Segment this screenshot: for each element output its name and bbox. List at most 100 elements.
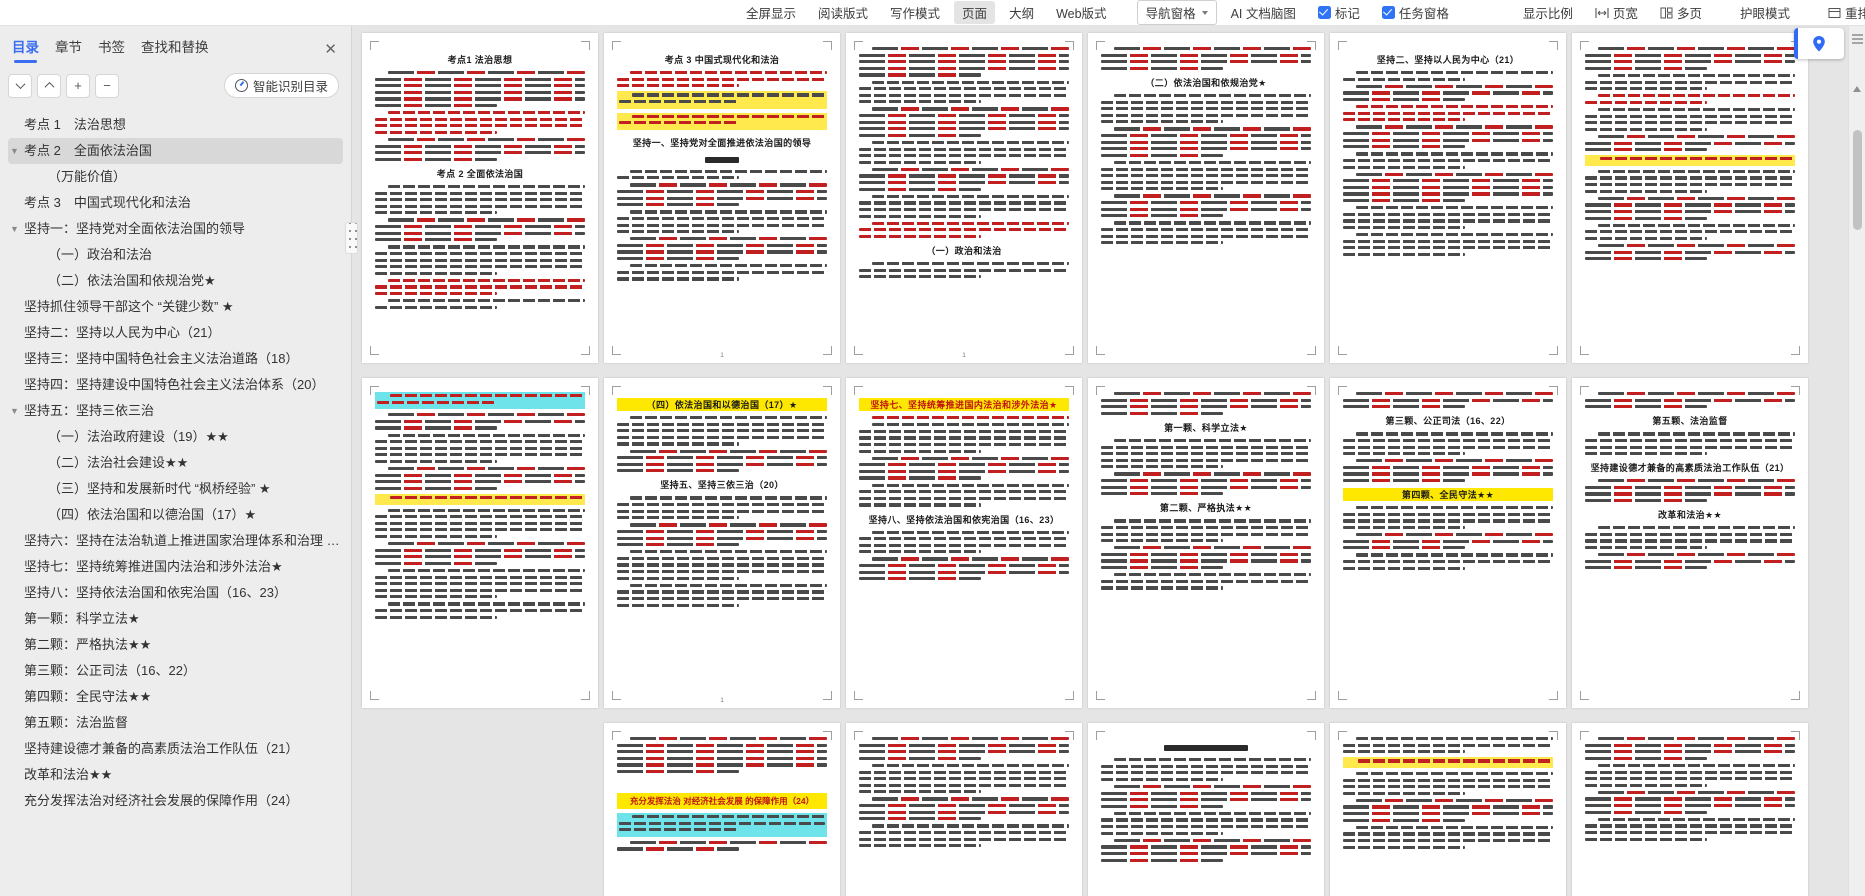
sidebar-tab-目录[interactable]: 目录 bbox=[12, 36, 39, 63]
simulated-paragraph bbox=[617, 113, 827, 130]
page-thumbnail[interactable] bbox=[846, 723, 1082, 896]
text-line bbox=[1585, 237, 1707, 240]
toc-item[interactable]: ▼坚持五：坚持三依三治 bbox=[8, 398, 343, 424]
toc-item[interactable]: ▼考点 2 全面依法治国 bbox=[8, 138, 343, 164]
toc-item[interactable]: （三）坚持和发展新时代 “枫桥经验” ★ bbox=[8, 476, 343, 502]
page-thumbnail[interactable]: 第一颗、科学立法★第二颗、严格执法★★ bbox=[1088, 378, 1324, 708]
text-line bbox=[1114, 758, 1311, 761]
toc-item[interactable]: 充分发挥法治对经济社会发展的保障作用（24） bbox=[8, 788, 343, 814]
text-line bbox=[1585, 446, 1795, 449]
text-line bbox=[617, 590, 827, 593]
toc-item[interactable]: （二）依法治国和依规治党★ bbox=[8, 268, 343, 294]
simulated-paragraph bbox=[859, 262, 1069, 278]
toc-item[interactable]: 第五颗：法治监督 bbox=[8, 710, 343, 736]
view-tab-阅读版式[interactable]: 阅读版式 bbox=[810, 1, 876, 24]
page-thumbnail[interactable] bbox=[1572, 33, 1808, 363]
toc-item[interactable]: 坚持三：坚持中国特色社会主义法治道路（18） bbox=[8, 346, 343, 372]
expand-all-button[interactable] bbox=[37, 74, 61, 98]
close-pane-icon[interactable]: ✕ bbox=[320, 40, 341, 59]
expand-arrow-icon[interactable]: ▼ bbox=[10, 398, 19, 424]
view-tab-Web版式[interactable]: Web版式 bbox=[1048, 1, 1114, 24]
page-thumbnail[interactable] bbox=[1088, 723, 1324, 896]
sidebar-tab-书签[interactable]: 书签 bbox=[98, 36, 125, 63]
view-tab-大纲[interactable]: 大纲 bbox=[1001, 1, 1042, 24]
toc-item[interactable]: 坚持建设德才兼备的高素质法治工作队伍（21） bbox=[8, 736, 343, 762]
text-line bbox=[1101, 228, 1311, 231]
zoom-ratio-button[interactable]: 显示比例 bbox=[1515, 1, 1581, 24]
toc-item[interactable]: 坚持抓住领导干部这个 “关键少数” ★ bbox=[8, 294, 343, 320]
text-line bbox=[1101, 539, 1223, 542]
zoom-in-toc-button[interactable]: + bbox=[66, 74, 90, 98]
toc-item[interactable]: （四）依法治国和以德治国（17）★ bbox=[8, 502, 343, 528]
page-width-button[interactable]: 页宽 bbox=[1587, 1, 1646, 24]
text-line bbox=[1585, 60, 1795, 63]
simulated-paragraph bbox=[1585, 47, 1795, 70]
zoom-out-toc-button[interactable]: − bbox=[95, 74, 119, 98]
page-thumbnail[interactable]: 考点1 法治思想考点 2 全面依法治国 bbox=[362, 33, 598, 363]
page-thumbnail[interactable]: 考点 3 中国式现代化和法治坚持一、坚持党对全面推进依法治国的领导1 bbox=[604, 33, 840, 363]
text-line bbox=[375, 420, 585, 423]
nav-pane-button[interactable]: 导航窗格 bbox=[1137, 0, 1217, 25]
toc-item[interactable]: （一）政治和法治 bbox=[8, 242, 343, 268]
sidebar-tab-查找和替换[interactable]: 查找和替换 bbox=[141, 36, 209, 63]
text-line bbox=[1585, 257, 1707, 260]
vertical-scrollbar[interactable] bbox=[1848, 26, 1865, 896]
page-thumbnail[interactable] bbox=[1572, 723, 1808, 896]
toc-item[interactable]: 改革和法治★★ bbox=[8, 762, 343, 788]
expand-arrow-icon[interactable]: ▼ bbox=[10, 138, 19, 164]
pane-resize-grip[interactable] bbox=[345, 222, 358, 254]
text-line bbox=[375, 487, 497, 490]
toc-item[interactable]: 坚持二：坚持以人民为中心（21） bbox=[8, 320, 343, 346]
page-thumbnail[interactable]: （二）依法治国和依规治党★ bbox=[1088, 33, 1324, 363]
rearrange-windows-button[interactable]: 重排窗口 bbox=[1820, 1, 1865, 24]
toc-item[interactable]: 第二颗：严格执法★★ bbox=[8, 632, 343, 658]
text-line bbox=[375, 589, 585, 592]
text-line bbox=[1343, 785, 1553, 788]
markup-checkbox[interactable]: 标记 bbox=[1310, 1, 1368, 24]
text-line bbox=[1585, 539, 1795, 542]
toc-item[interactable]: 坚持七：坚持统筹推进国内法治和涉外法治★ bbox=[8, 554, 343, 580]
view-tab-写作模式[interactable]: 写作模式 bbox=[882, 1, 948, 24]
toc-item[interactable]: ▼坚持一：坚持党对全面依法治国的领导 bbox=[8, 216, 343, 242]
eye-care-button[interactable]: 护眼模式 bbox=[1732, 1, 1798, 24]
text-line bbox=[1585, 492, 1795, 495]
toc-item[interactable]: （二）法治社会建设★★ bbox=[8, 450, 343, 476]
toc-item[interactable]: （一）法治政府建设（19）★★ bbox=[8, 424, 343, 450]
toc-item[interactable]: 坚持八：坚持依法治国和依宪治国（16、23） bbox=[8, 580, 343, 606]
text-line bbox=[1585, 399, 1795, 402]
location-pin-button[interactable] bbox=[1794, 28, 1844, 59]
page-thumbnail[interactable]: 充分发挥法治 对经济社会发展 的保障作用（24） bbox=[604, 723, 840, 896]
page-thumbnail[interactable]: （一）政治和法治1 bbox=[846, 33, 1082, 363]
view-tab-页面[interactable]: 页面 bbox=[954, 1, 995, 24]
text-line bbox=[617, 217, 827, 220]
smart-recognize-toc-button[interactable]: 智能识别目录 bbox=[224, 73, 339, 98]
scroll-up-arrow-icon[interactable] bbox=[1853, 86, 1861, 92]
text-line bbox=[630, 841, 827, 844]
page-thumbnail[interactable] bbox=[362, 378, 598, 708]
toc-item[interactable]: 考点 1 法治思想 bbox=[8, 112, 343, 138]
view-tab-全屏显示[interactable]: 全屏显示 bbox=[738, 1, 804, 24]
multi-page-button[interactable]: 多页 bbox=[1652, 1, 1710, 24]
page-thumbnail[interactable]: 第三颗、公正司法（16、22）第四颗、全民守法★★ bbox=[1330, 378, 1566, 708]
toc-item[interactable]: 第四颗：全民守法★★ bbox=[8, 684, 343, 710]
toc-item[interactable]: 坚持四：坚持建设中国特色社会主义法治体系（20） bbox=[8, 372, 343, 398]
toc-item[interactable]: 第一颗：科学立法★ bbox=[8, 606, 343, 632]
toc-item[interactable]: （万能价值） bbox=[8, 164, 343, 190]
scrollbar-options-icon[interactable] bbox=[1852, 34, 1863, 44]
page-thumbnail[interactable]: 坚持二、坚持以人民为中心（21） bbox=[1330, 33, 1566, 363]
taskpane-checkbox[interactable]: 任务窗格 bbox=[1374, 1, 1457, 24]
page-thumbnail[interactable]: （四）依法治国和以德治国（17）★坚持五、坚持三依三治（20）1 bbox=[604, 378, 840, 708]
ai-mindmap-button[interactable]: AI 文档脑图 bbox=[1223, 1, 1304, 24]
toc-item[interactable]: 考点 3 中国式现代化和法治 bbox=[8, 190, 343, 216]
page-thumbnail[interactable]: 第五颗、法治监督坚持建设德才兼备的高素质法治工作队伍（21）改革和法治★★ bbox=[1572, 378, 1808, 708]
collapse-all-button[interactable] bbox=[8, 74, 32, 98]
expand-arrow-icon[interactable]: ▼ bbox=[10, 216, 19, 242]
page-thumbnail[interactable] bbox=[1330, 723, 1566, 896]
document-area[interactable]: 考点1 法治思想考点 2 全面依法治国考点 3 中国式现代化和法治坚持一、坚持党… bbox=[352, 26, 1848, 896]
text-line bbox=[617, 469, 739, 472]
toc-item[interactable]: 第三颗：公正司法（16、22） bbox=[8, 658, 343, 684]
sidebar-tab-章节[interactable]: 章节 bbox=[55, 36, 82, 63]
scrollbar-thumb[interactable] bbox=[1853, 130, 1862, 230]
page-thumbnail[interactable]: 坚持七、坚持统筹推进国内法治和涉外法治★坚持八、坚持依法治国和依宪治国（16、2… bbox=[846, 378, 1082, 708]
toc-item[interactable]: 坚持六：坚持在法治轨道上推进国家治理体系和治理 … bbox=[8, 528, 343, 554]
